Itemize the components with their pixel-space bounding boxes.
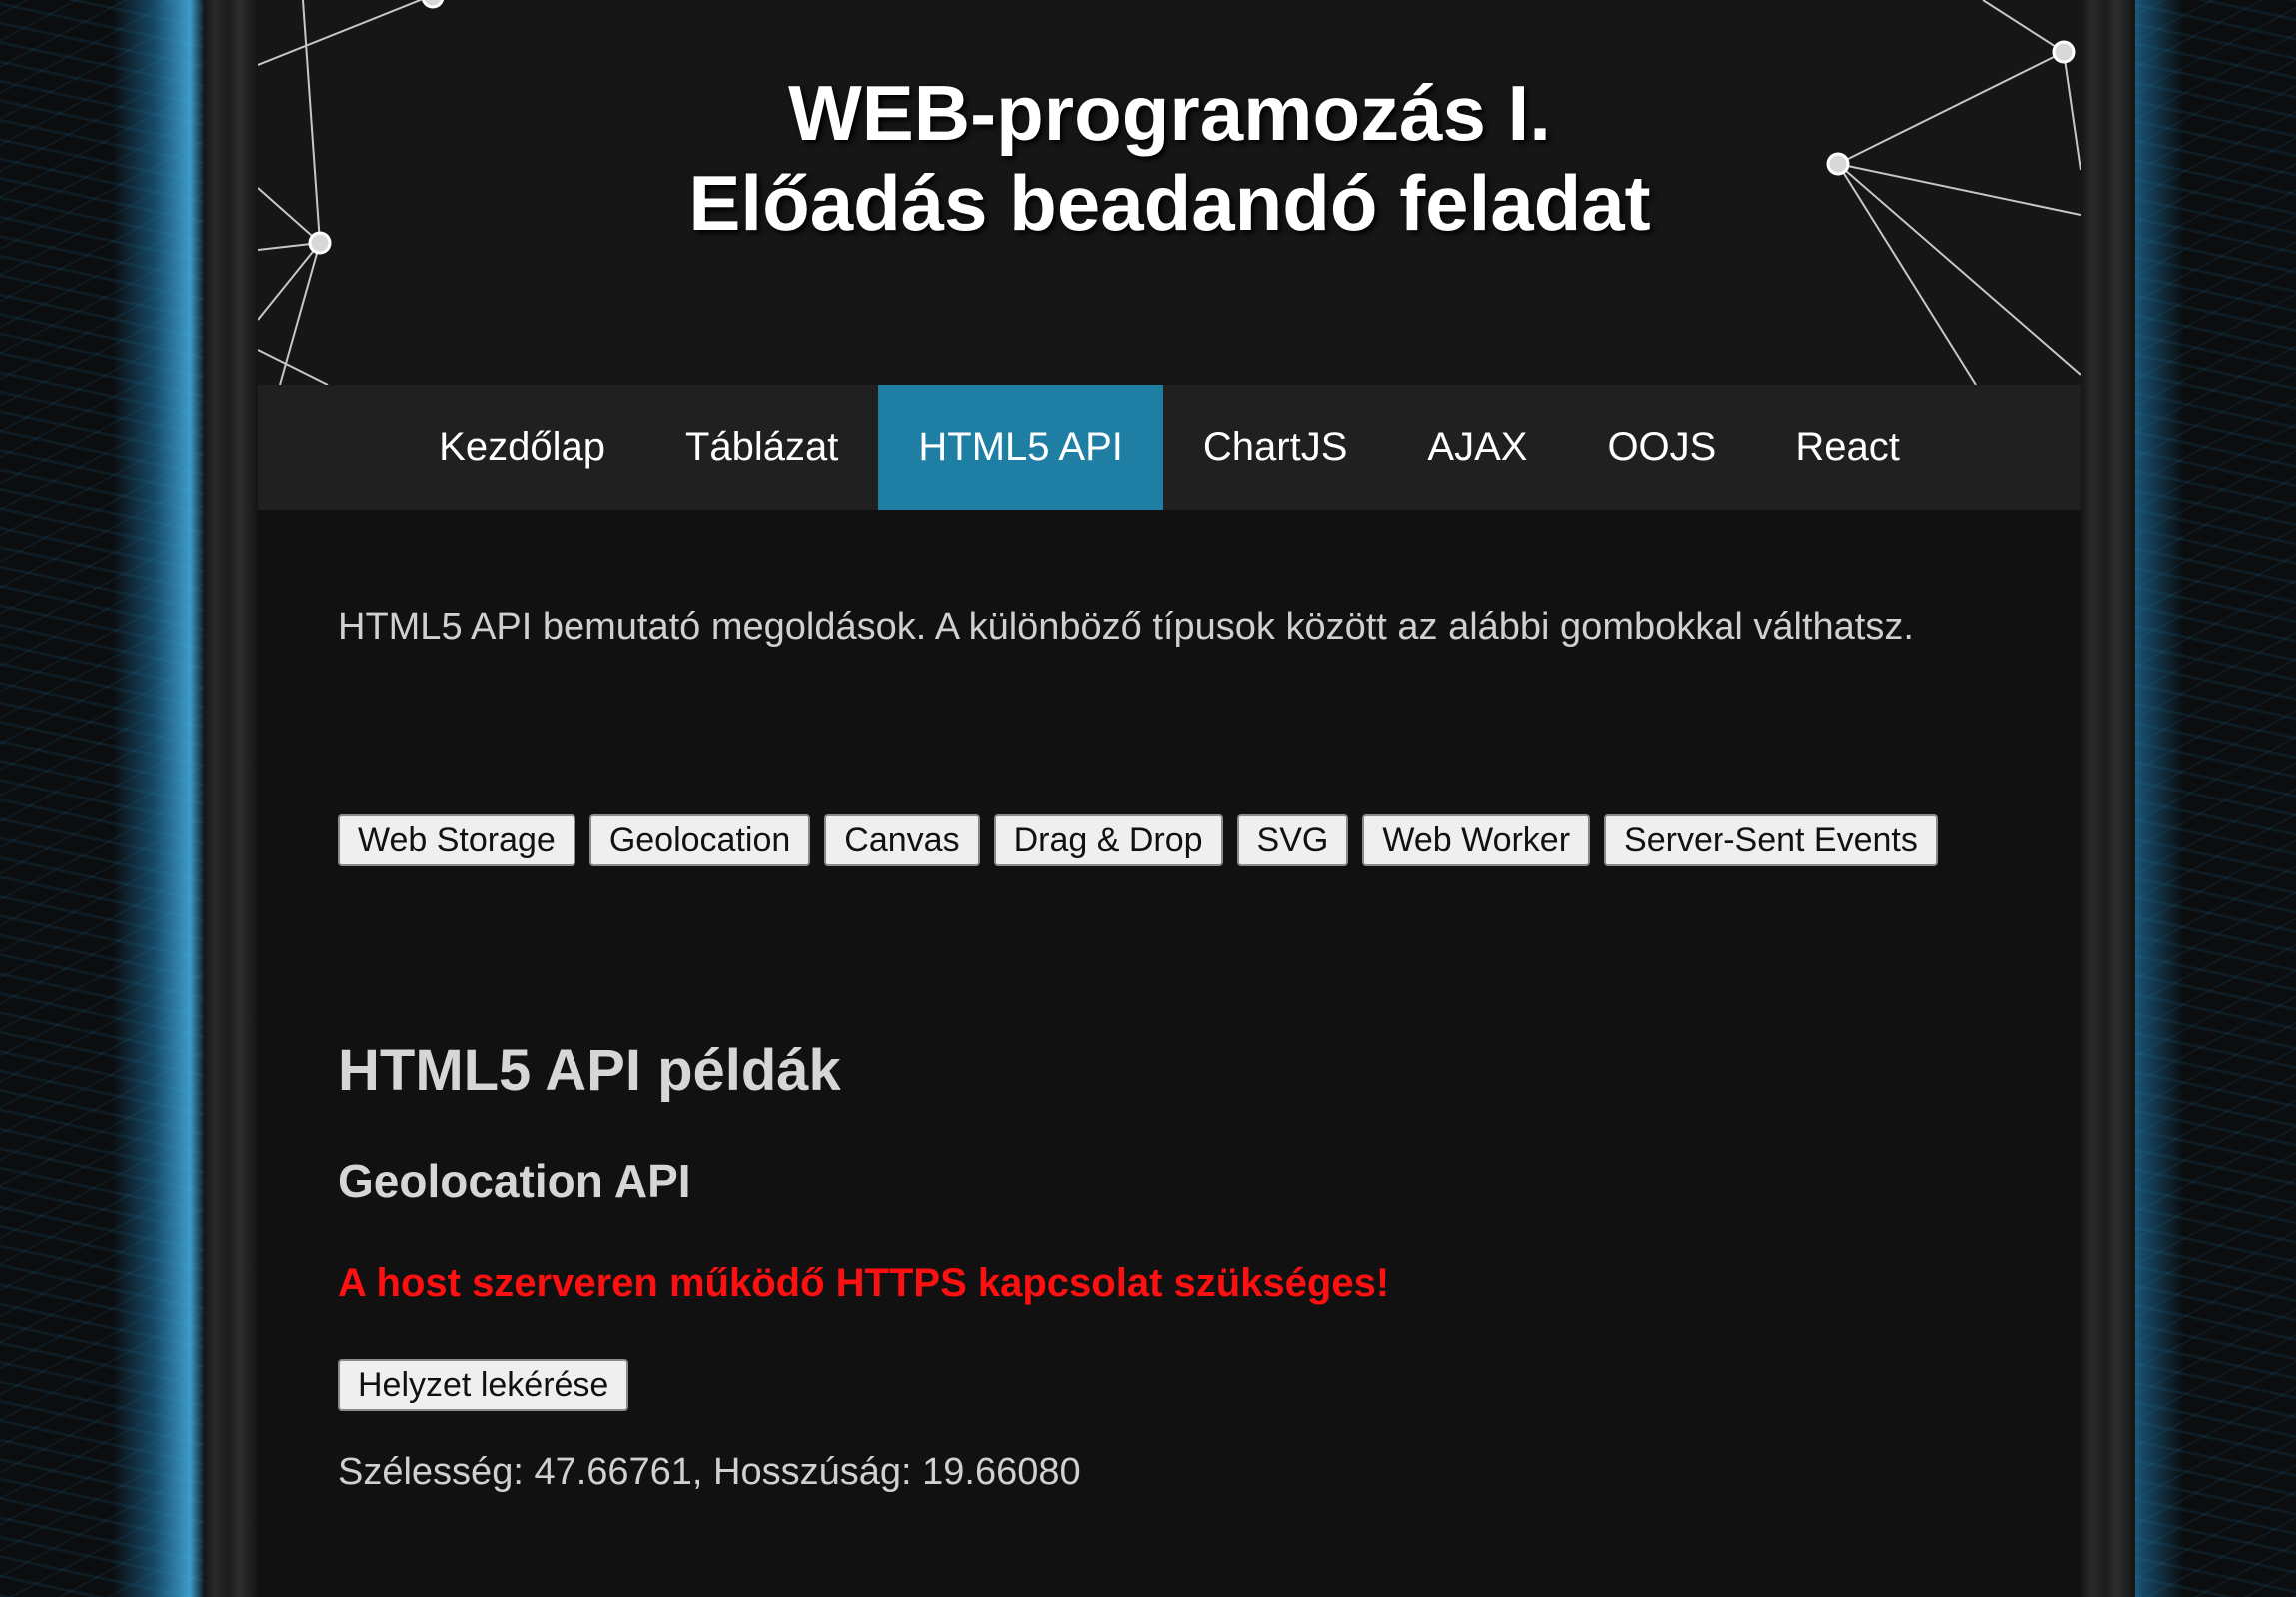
- coordinates-readout: Szélesség: 47.66761, Hosszúság: 19.66080: [338, 1451, 1081, 1493]
- nav-item-kezdolap[interactable]: Kezdőlap: [399, 385, 645, 510]
- nav-item-react[interactable]: React: [1755, 385, 1940, 510]
- server-sent-events-button[interactable]: Server-Sent Events: [1604, 814, 1938, 866]
- geolocation-button[interactable]: Geolocation: [588, 814, 811, 866]
- drag-drop-button[interactable]: Drag & Drop: [993, 814, 1223, 866]
- svg-button[interactable]: SVG: [1236, 814, 1349, 866]
- nav-item-ajax[interactable]: AJAX: [1387, 385, 1567, 510]
- header-banner: WEB-programozás I. Előadás beadandó fela…: [258, 0, 2081, 385]
- nav-item-tablazat[interactable]: Táblázat: [645, 385, 878, 510]
- web-storage-button[interactable]: Web Storage: [338, 814, 575, 866]
- section-subheading: Geolocation API: [338, 1155, 691, 1207]
- nav-item-oojs[interactable]: OOJS: [1567, 385, 1755, 510]
- left-glow-decoration: [112, 0, 204, 1597]
- nav-item-html5-api[interactable]: HTML5 API: [878, 385, 1163, 510]
- page-title-line1: WEB-programozás I.: [788, 69, 1551, 157]
- page: WEB-programozás I. Előadás beadandó fela…: [0, 0, 2296, 1597]
- left-frame-rail: [204, 0, 258, 1597]
- main-nav: Kezdőlap Táblázat HTML5 API ChartJS AJAX…: [258, 385, 2081, 510]
- section-heading: HTML5 API példák: [338, 1038, 841, 1103]
- api-button-row: Web Storage Geolocation Canvas Drag & Dr…: [338, 814, 1952, 866]
- main-container: WEB-programozás I. Előadás beadandó fela…: [258, 0, 2081, 1597]
- page-title: WEB-programozás I. Előadás beadandó fela…: [258, 68, 2081, 248]
- get-location-button[interactable]: Helyzet lekérése: [338, 1359, 629, 1411]
- page-title-line2: Előadás beadandó feladat: [688, 159, 1651, 247]
- canvas-button[interactable]: Canvas: [824, 814, 980, 866]
- intro-text: HTML5 API bemutató megoldások. A különbö…: [338, 606, 1914, 648]
- nav-item-chartjs[interactable]: ChartJS: [1163, 385, 1388, 510]
- web-worker-button[interactable]: Web Worker: [1362, 814, 1591, 866]
- right-frame-rail: [2081, 0, 2135, 1597]
- locate-button-wrapper: Helyzet lekérése: [338, 1359, 642, 1411]
- https-warning: A host szerveren működő HTTPS kapcsolat …: [338, 1261, 1390, 1305]
